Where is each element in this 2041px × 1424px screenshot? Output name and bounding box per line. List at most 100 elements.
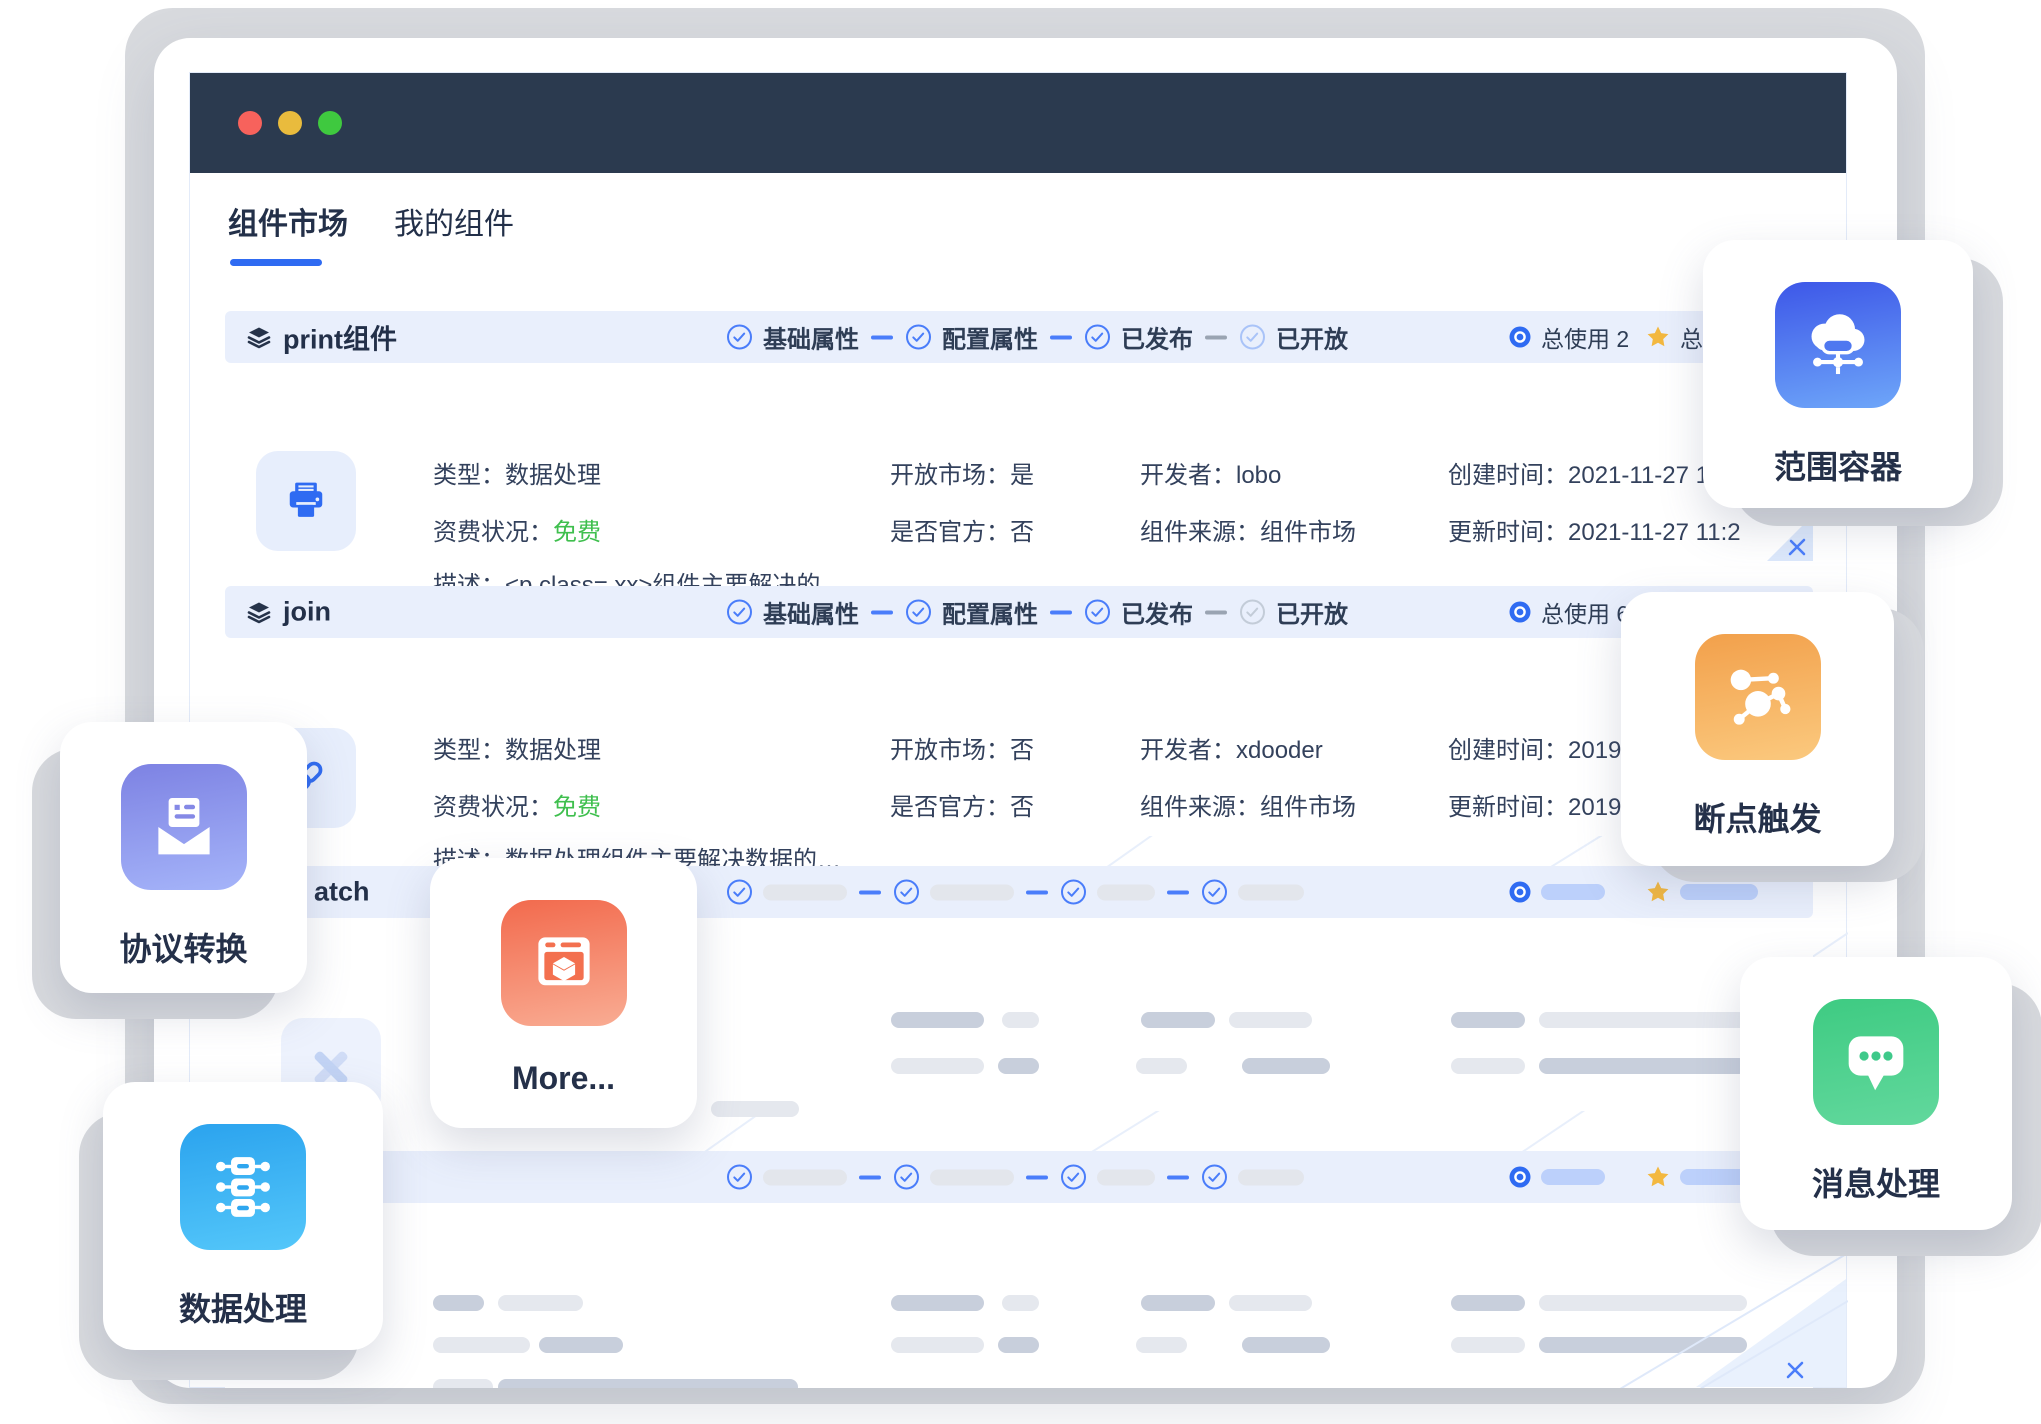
window-corner-flap <box>1696 1279 1846 1387</box>
collapse-section-icon[interactable] <box>1784 1359 1806 1381</box>
skeleton-pill <box>1541 884 1605 900</box>
skeleton-pill <box>1680 884 1758 900</box>
skeleton-pill <box>1242 1337 1330 1353</box>
skeleton-pill <box>891 1058 984 1074</box>
browser-frame: 组件市场 我的组件 print组件 基础属性 配置属性 已发布 <box>189 72 1847 1388</box>
step-label: 已开放 <box>1276 320 1348 355</box>
check-circle-icon <box>1201 879 1228 906</box>
tab-component-market[interactable]: 组件市场 <box>228 199 348 243</box>
usage-icon <box>1509 601 1531 623</box>
field-open-market: 开放市场：否 <box>890 730 1034 765</box>
traffic-light-minimize[interactable] <box>278 111 302 135</box>
float-card-message-processing[interactable]: 消息处理 <box>1740 957 2012 1230</box>
row-body <box>225 1203 1813 1388</box>
field-type: 类型：数据处理 <box>433 455 601 490</box>
collapse-card-icon[interactable] <box>1786 536 1808 558</box>
check-circle-icon <box>1239 324 1266 351</box>
field-official: 是否官方：否 <box>890 787 1034 822</box>
usage-count <box>1509 1166 1605 1188</box>
check-circle-icon <box>893 1164 920 1191</box>
tab-bar: 组件市场 我的组件 <box>228 199 514 243</box>
component-title: atch <box>314 877 370 908</box>
usage-icon <box>1509 1166 1531 1188</box>
field-updated: 更新时间：2021-11-27 11:2 <box>1448 512 1741 547</box>
skeleton-pill <box>891 1295 984 1311</box>
status-steps <box>726 1164 1304 1191</box>
chat-bubble-icon <box>1813 999 1939 1125</box>
step-connector <box>871 335 893 339</box>
usage-icon <box>1509 881 1531 903</box>
component-icon-tile <box>256 451 356 551</box>
skeleton-pill <box>433 1379 493 1388</box>
skeleton-pill <box>1451 1295 1525 1311</box>
skeleton-pill <box>1141 1012 1215 1028</box>
field-open-market: 开放市场：是 <box>890 455 1034 490</box>
skeleton-pill <box>539 1337 623 1353</box>
skeleton-pill <box>1229 1295 1312 1311</box>
skeleton-pill <box>998 1337 1039 1353</box>
skeleton-pill <box>498 1379 798 1388</box>
check-circle-icon <box>905 599 932 626</box>
skeleton-pill <box>891 1337 984 1353</box>
step-connector <box>871 610 893 614</box>
check-circle-icon <box>726 599 753 626</box>
skeleton-pill <box>1097 884 1155 900</box>
check-circle-icon <box>726 324 753 351</box>
usage-count: 总使用 2 <box>1509 320 1629 354</box>
float-card-label: 断点触发 <box>1621 794 1894 840</box>
float-card-data-processing[interactable]: 数据处理 <box>103 1082 383 1350</box>
component-name: join <box>283 597 331 628</box>
step-connector <box>1167 890 1189 894</box>
row-body: 类型：数据处理 资费状况：免费 描述：数据处理组件主要解决数据的… 开放市场：否… <box>225 638 1813 836</box>
component-row-skeleton-2[interactable] <box>225 1151 1813 1388</box>
field-type: 类型：数据处理 <box>433 730 601 765</box>
usage-count <box>1509 881 1605 903</box>
float-card-protocol-conversion[interactable]: 协议转换 <box>60 722 307 993</box>
inbox-document-icon <box>121 764 247 890</box>
field-developer: 开发者：xdooder <box>1140 730 1323 765</box>
page: 组件市场 我的组件 print组件 基础属性 配置属性 已发布 <box>0 0 2041 1424</box>
component-row-print[interactable]: print组件 基础属性 配置属性 已发布 已开放 总使用 2 <box>225 311 1813 561</box>
field-created: 创建时间：2021-11-27 11:2 <box>1448 455 1741 490</box>
check-circle-icon <box>1060 879 1087 906</box>
float-card-breakpoint-trigger[interactable]: 断点触发 <box>1621 592 1894 866</box>
field-fee: 资费状况：免费 <box>433 512 601 547</box>
component-row-join[interactable]: join 基础属性 配置属性 已发布 已开放 总使用 6 <box>225 586 1813 836</box>
layers-icon <box>247 600 271 624</box>
component-title: join <box>247 597 331 628</box>
float-card-range-container[interactable]: 范围容器 <box>1703 240 1973 508</box>
active-tab-indicator <box>230 259 322 266</box>
skeleton-pill <box>1539 1012 1747 1028</box>
skeleton-pill <box>763 1169 847 1185</box>
step-connector <box>859 890 881 894</box>
step-connector <box>1026 1175 1048 1179</box>
skeleton-pill <box>1097 1169 1155 1185</box>
usage-count: 总使用 6 <box>1509 595 1629 629</box>
skeleton-pill <box>498 1295 583 1311</box>
skeleton-pill <box>433 1295 484 1311</box>
step-connector <box>859 1175 881 1179</box>
row-header: print组件 基础属性 配置属性 已发布 已开放 总使用 2 <box>225 311 1813 363</box>
float-card-more[interactable]: More... <box>430 858 697 1128</box>
printer-icon <box>280 475 332 527</box>
check-circle-icon <box>1201 1164 1228 1191</box>
skeleton-pill <box>1451 1012 1525 1028</box>
skeleton-pill <box>1539 1058 1747 1074</box>
step-label: 配置属性 <box>942 595 1038 630</box>
row-header <box>225 1151 1813 1203</box>
float-card-label: 数据处理 <box>103 1284 383 1330</box>
check-circle-icon <box>1084 599 1111 626</box>
step-label: 基础属性 <box>763 320 859 355</box>
star-icon <box>1646 880 1670 904</box>
data-pipeline-icon <box>180 1124 306 1250</box>
check-circle-icon <box>905 324 932 351</box>
check-circle-icon <box>1084 324 1111 351</box>
check-circle-icon <box>726 1164 753 1191</box>
check-circle-icon <box>1060 1164 1087 1191</box>
tab-my-components[interactable]: 我的组件 <box>394 199 514 243</box>
skeleton-pill <box>1136 1337 1187 1353</box>
traffic-light-close[interactable] <box>238 111 262 135</box>
traffic-light-maximize[interactable] <box>318 111 342 135</box>
status-steps: 基础属性 配置属性 已发布 已开放 <box>726 320 1348 355</box>
field-fee: 资费状况：免费 <box>433 787 601 822</box>
